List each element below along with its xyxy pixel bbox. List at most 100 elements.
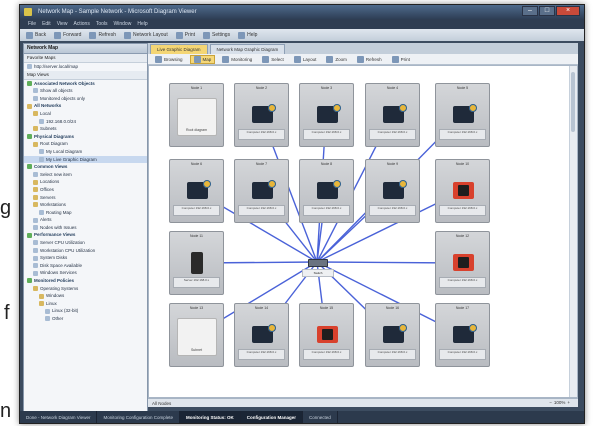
tree-item[interactable]: Server CPU Utilization: [24, 239, 147, 247]
favorites-header[interactable]: Favorite Maps: [24, 54, 147, 63]
network-node[interactable]: Node 3 Computer 192.168.0.x: [299, 83, 354, 147]
diagram-tool-browsing[interactable]: Browsing: [152, 55, 186, 63]
tree-item[interactable]: Nodes with Issues: [24, 224, 147, 232]
toolbar-button-1[interactable]: Forward: [54, 31, 81, 39]
tree-item[interactable]: Local: [24, 110, 147, 118]
favorite-item[interactable]: http://server.local/map: [24, 63, 147, 71]
toolbar-button-0[interactable]: Back: [26, 31, 46, 39]
tree-item[interactable]: Physical Diagrams: [24, 133, 147, 141]
tree-item[interactable]: Common Views: [24, 163, 147, 171]
network-node[interactable]: Node 10 Computer 192.168.0.x: [435, 159, 490, 223]
diagram-tool-monitoring[interactable]: Monitoring: [219, 55, 255, 63]
tool-label: Zoom: [335, 56, 347, 62]
diagram-canvas[interactable]: Node 1 Root diagram Node 2 Computer 192.168…: [148, 65, 578, 398]
node-label: Computer 192.168.0.x: [369, 205, 416, 216]
diagram-tool-refresh[interactable]: Refresh: [354, 55, 385, 63]
tree-label: Routing Map: [46, 209, 72, 215]
toolbar-button-3[interactable]: Network Layout: [123, 31, 168, 39]
diagram-tool-select[interactable]: Select: [259, 55, 287, 63]
network-node[interactable]: Node 5 Computer 192.168.0.x: [435, 83, 490, 147]
toolbar-button-4[interactable]: Print: [175, 31, 195, 39]
stray-text-2: f: [4, 302, 10, 324]
vertical-scrollbar[interactable]: [569, 66, 577, 397]
toolbar-button-5[interactable]: Settings: [203, 31, 230, 39]
tree-item[interactable]: Workstation CPU Utilization: [24, 247, 147, 255]
network-node[interactable]: Node 7 Computer 192.168.0.x: [234, 159, 289, 223]
tree-item[interactable]: Subnets: [24, 125, 147, 133]
tree-item[interactable]: Operating Systems: [24, 285, 147, 293]
minimize-button[interactable]: –: [522, 6, 538, 16]
menu-item-tools[interactable]: Tools: [96, 21, 108, 27]
network-node[interactable]: Node 11 Server 192.168.0.x: [169, 231, 224, 295]
toolbar-icon: [123, 31, 131, 39]
node-icon: [33, 88, 38, 94]
menu-item-edit[interactable]: Edit: [42, 21, 51, 27]
switch-icon[interactable]: [308, 259, 328, 267]
tree-item[interactable]: Workstations: [24, 201, 147, 209]
tree-item[interactable]: Linux (32-bit): [24, 307, 147, 315]
node-label: Computer 192.168.0.x: [173, 205, 220, 216]
network-node[interactable]: Node 16 Computer 192.168.0.x: [365, 303, 420, 367]
network-node[interactable]: Node 15 Computer 192.168.0.x: [299, 303, 354, 367]
tree-item[interactable]: Show all objects: [24, 87, 147, 95]
network-node[interactable]: Node 6 Computer 192.168.0.x: [169, 159, 224, 223]
menu-item-view[interactable]: View: [57, 21, 68, 27]
tree-item[interactable]: All Networks: [24, 102, 147, 110]
network-node[interactable]: Node 17 Computer 192.168.0.x: [435, 303, 490, 367]
diagram-tool-map[interactable]: Map: [189, 54, 216, 64]
diagram-tool-print[interactable]: Print: [389, 55, 413, 63]
tree-item[interactable]: Other: [24, 315, 147, 323]
diagram-tool-layout[interactable]: Layout: [291, 55, 320, 63]
network-node[interactable]: Node 2 Computer 192.168.0.x: [234, 83, 289, 147]
zoom-out-icon[interactable]: −: [549, 400, 552, 405]
tree-item[interactable]: Locations: [24, 178, 147, 186]
menu-item-file[interactable]: File: [28, 21, 36, 27]
close-button[interactable]: ×: [556, 6, 580, 16]
tree-item[interactable]: Monitored Policies: [24, 277, 147, 285]
network-node[interactable]: Node 9 Computer 192.168.0.x: [365, 159, 420, 223]
network-node[interactable]: Node 1 Root diagram: [169, 83, 224, 147]
diagram-toolbar: Browsing Map Monitoring Select Layout Zoom Ref…: [148, 54, 578, 65]
folder-icon: [33, 187, 38, 193]
network-node[interactable]: Node 14 Computer 192.168.0.x: [234, 303, 289, 367]
tab-2[interactable]: Network Map Graphic Diagram: [209, 44, 286, 54]
tree-item[interactable]: Servers: [24, 194, 147, 202]
toolbar-button-2[interactable]: Refresh: [89, 31, 116, 39]
node-label: Subnet: [190, 348, 203, 352]
node-label: Computer 192.168.0.x: [238, 349, 285, 360]
tree-item[interactable]: My Local Diagram: [24, 148, 147, 156]
network-node[interactable]: Node 12 Computer 192.168.0.x: [435, 231, 490, 295]
tree-item[interactable]: Alerts: [24, 216, 147, 224]
toolbar-label: Network Layout: [132, 32, 168, 38]
tree-label: Offices: [40, 186, 54, 192]
menu-item-window[interactable]: Window: [114, 21, 132, 27]
node-icon: [33, 247, 38, 253]
tree-item[interactable]: Disk Space Available: [24, 262, 147, 270]
map-views-header[interactable]: Map Views: [24, 70, 147, 80]
network-node[interactable]: Node 8 Computer 192.168.0.x: [299, 159, 354, 223]
tab-1[interactable]: Live Graphic Diagram: [150, 44, 208, 54]
tree-item[interactable]: 192.168.0.0/24: [24, 118, 147, 126]
tree-item[interactable]: My Live Graphic Diagram: [24, 155, 147, 164]
zoom-in-icon[interactable]: +: [567, 400, 570, 405]
tree-item[interactable]: Select new item: [24, 171, 147, 179]
tree-item[interactable]: System Disks: [24, 254, 147, 262]
tree-item[interactable]: Routing Map: [24, 209, 147, 217]
diagram-tool-zoom[interactable]: Zoom: [323, 55, 350, 63]
tree-item[interactable]: Monitored objects only: [24, 95, 147, 103]
maximize-button[interactable]: □: [539, 6, 555, 16]
tree-item[interactable]: Windows: [24, 292, 147, 300]
node-icon: [39, 209, 44, 215]
tree-item[interactable]: Offices: [24, 186, 147, 194]
network-node[interactable]: Node 4 Computer 192.168.0.x: [365, 83, 420, 147]
tree-item[interactable]: Performance Views: [24, 231, 147, 239]
network-node[interactable]: Node 13 Subnet: [169, 303, 224, 367]
toolbar-button-6[interactable]: Help: [238, 31, 257, 39]
scroll-thumb[interactable]: [571, 72, 575, 132]
menu-item-actions[interactable]: Actions: [73, 21, 89, 27]
tree-item[interactable]: Windows Services: [24, 269, 147, 277]
menu-item-help[interactable]: Help: [137, 21, 147, 27]
tree-item[interactable]: Root Diagram: [24, 140, 147, 148]
tree-item[interactable]: Linux: [24, 300, 147, 308]
tree-item[interactable]: Associated Network Objects: [24, 80, 147, 88]
